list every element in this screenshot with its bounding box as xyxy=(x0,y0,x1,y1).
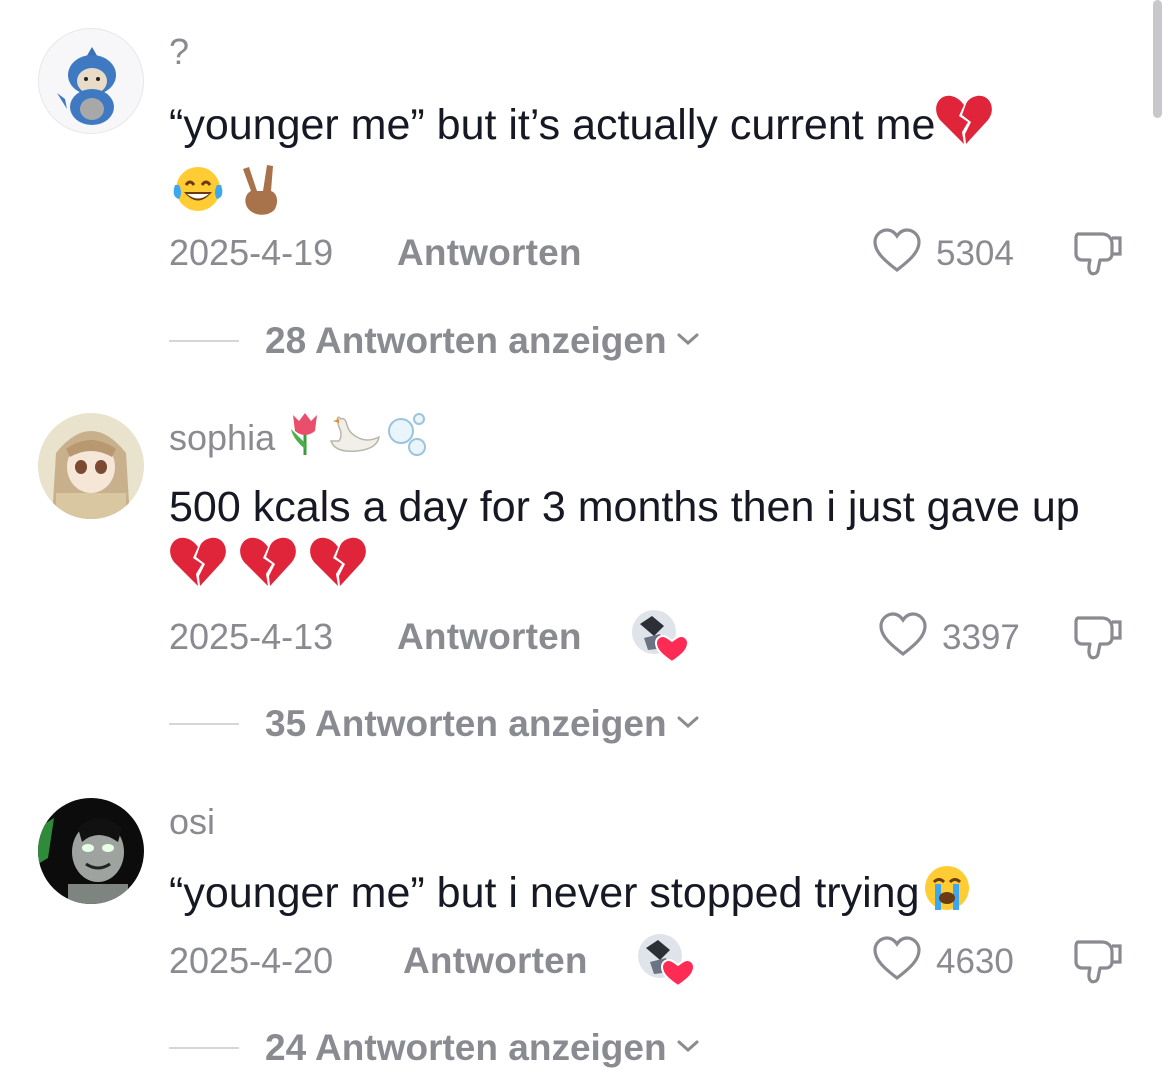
username-emojis xyxy=(285,409,433,467)
gothic-character-avatar-image xyxy=(38,798,144,904)
anime-girl-avatar-image xyxy=(38,413,144,519)
dislike-button[interactable] xyxy=(1072,614,1124,667)
tulip-icon xyxy=(285,409,325,467)
broken-heart-icon xyxy=(239,536,297,603)
thumbs-down-icon xyxy=(1072,232,1124,282)
heart-outline-icon xyxy=(872,936,922,987)
like-button[interactable]: 3397 xyxy=(878,612,1020,663)
creator-liked-badge xyxy=(630,608,689,666)
reply-button[interactable]: Antworten xyxy=(397,232,582,274)
broken-heart-icon xyxy=(169,536,227,603)
comment-username[interactable]: sophia xyxy=(169,413,1130,460)
view-replies-button[interactable]: 24 Antworten anzeigen xyxy=(169,1023,701,1073)
reply-button[interactable]: Antworten xyxy=(403,940,588,982)
view-replies-button[interactable]: 28 Antworten anzeigen xyxy=(169,316,701,366)
like-count: 3397 xyxy=(942,617,1020,657)
chevron-down-icon xyxy=(675,1037,701,1060)
view-replies-label: 35 Antworten anzeigen xyxy=(265,703,667,744)
divider-line xyxy=(169,1047,239,1049)
view-replies-label: 28 Antworten anzeigen xyxy=(265,320,667,361)
creator-avatar-with-heart-icon xyxy=(631,610,689,664)
divider-line xyxy=(169,723,239,725)
tears-of-joy-icon xyxy=(169,163,227,230)
avatar[interactable] xyxy=(38,28,144,134)
comment-text: “younger me” but i never stopped trying xyxy=(169,862,1130,929)
bubbles-icon xyxy=(385,409,433,467)
comment-date: 2025-4-13 xyxy=(169,616,334,657)
heart-outline-icon xyxy=(878,612,928,663)
like-count: 5304 xyxy=(936,233,1014,273)
scrollbar[interactable] xyxy=(1153,0,1162,118)
thumbs-down-icon xyxy=(1072,940,1124,990)
creator-liked-badge xyxy=(636,932,695,990)
shark-costume-avatar-image xyxy=(39,29,143,133)
like-button[interactable]: 5304 xyxy=(872,228,1014,279)
avatar[interactable] xyxy=(38,413,144,519)
comment-date: 2025-4-19 xyxy=(169,232,334,273)
swan-icon xyxy=(327,411,383,465)
dislike-button[interactable] xyxy=(1072,230,1124,283)
avatar[interactable] xyxy=(38,798,144,904)
chevron-down-icon xyxy=(675,713,701,736)
broken-heart-icon xyxy=(935,94,993,161)
broken-heart-icon xyxy=(309,536,367,603)
heart-outline-icon xyxy=(872,228,922,279)
comment-date: 2025-4-20 xyxy=(169,940,334,981)
comment-text: “younger me” but it’s actually current m… xyxy=(169,94,1130,232)
view-replies-label: 24 Antworten anzeigen xyxy=(265,1027,667,1068)
reply-button[interactable]: Antworten xyxy=(397,616,582,658)
dislike-button[interactable] xyxy=(1072,938,1124,991)
chevron-down-icon xyxy=(675,330,701,353)
thumbs-down-icon xyxy=(1072,616,1124,666)
victory-hand-icon xyxy=(239,161,283,232)
comment-username[interactable]: ? xyxy=(169,30,1130,74)
view-replies-button[interactable]: 35 Antworten anzeigen xyxy=(169,699,701,749)
comment-username[interactable]: osi xyxy=(169,800,1130,844)
loudly-crying-face-icon xyxy=(920,862,974,929)
like-button[interactable]: 4630 xyxy=(872,936,1014,987)
creator-avatar-with-heart-icon xyxy=(637,934,695,988)
comment-text: 500 kcals a day for 3 months then i just… xyxy=(169,478,1130,603)
like-count: 4630 xyxy=(936,941,1014,981)
divider-line xyxy=(169,340,239,342)
